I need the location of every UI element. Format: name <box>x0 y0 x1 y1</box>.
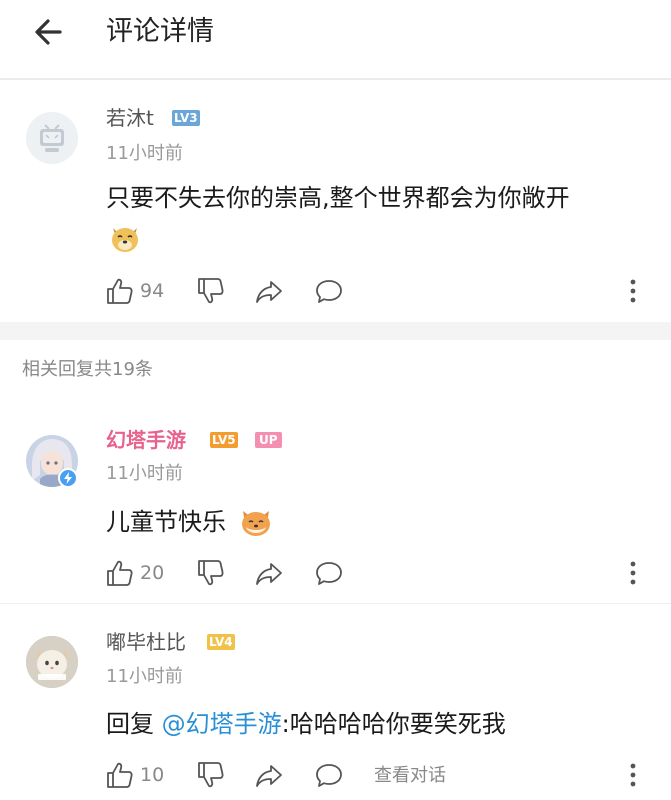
level-badge: LV4 <box>207 634 235 650</box>
comment-text: 只要不失去你的崇高,整个世界都会为你敞开 <box>106 184 570 212</box>
like-count: 10 <box>140 764 165 786</box>
thumbs-up-icon[interactable] <box>105 760 135 790</box>
divider <box>0 603 671 604</box>
level-badge: LV3 <box>172 110 200 126</box>
username[interactable]: 若沐t <box>106 105 154 131</box>
thumbs-down-icon[interactable] <box>196 276 226 306</box>
username[interactable]: 嘟毕杜比 <box>106 629 186 655</box>
view-dialog-link[interactable]: 查看对话 <box>374 764 446 788</box>
more-vertical-icon[interactable] <box>626 760 640 790</box>
thumbs-down-icon[interactable] <box>196 760 226 790</box>
more-vertical-icon[interactable] <box>626 276 640 306</box>
up-badge: UP <box>255 432 282 448</box>
back-arrow-icon[interactable] <box>30 12 70 52</box>
like-count: 94 <box>140 280 165 302</box>
avatar[interactable] <box>26 112 78 164</box>
share-icon[interactable] <box>254 760 284 790</box>
header: 评论详情 <box>0 0 671 80</box>
comment-text: 儿童节快乐 <box>106 508 226 536</box>
avatar[interactable] <box>26 636 78 688</box>
replies-count-title: 相关回复共19条 <box>22 359 153 380</box>
more-vertical-icon[interactable] <box>626 558 640 588</box>
thumbs-down-icon[interactable] <box>196 558 226 588</box>
verified-icon <box>58 468 78 488</box>
section-gap <box>0 322 671 340</box>
comment-icon[interactable] <box>314 276 344 306</box>
comment-icon[interactable] <box>314 760 344 790</box>
thumbs-up-icon[interactable] <box>105 558 135 588</box>
share-icon[interactable] <box>254 558 284 588</box>
share-icon[interactable] <box>254 276 284 306</box>
doge-emoji <box>112 228 138 252</box>
level-badge: LV5 <box>210 432 238 448</box>
comment-text: 回复 @幻塔手游:哈哈哈哈你要笑死我 <box>106 707 506 741</box>
timestamp: 11小时前 <box>106 463 183 484</box>
timestamp: 11小时前 <box>106 666 183 687</box>
comment-icon[interactable] <box>314 558 344 588</box>
username[interactable]: 幻塔手游 <box>106 427 186 453</box>
timestamp: 11小时前 <box>106 143 183 164</box>
page-title: 评论详情 <box>106 16 214 47</box>
like-count: 20 <box>140 562 165 584</box>
shiba-emoji <box>242 511 270 536</box>
mention-link[interactable]: @幻塔手游 <box>162 710 282 738</box>
thumbs-up-icon[interactable] <box>105 276 135 306</box>
reply-text: :哈哈哈哈你要笑死我 <box>281 710 506 738</box>
reply-prefix: 回复 <box>106 710 162 738</box>
